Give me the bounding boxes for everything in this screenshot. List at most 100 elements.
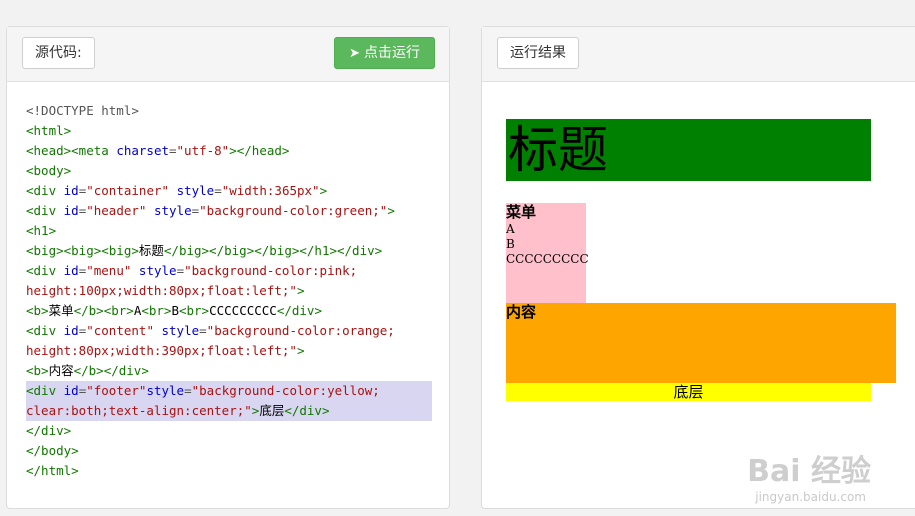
source-code-panel: 源代码: ➤ 点击运行 <!DOCTYPE html> <html> <head><m…: [6, 26, 450, 509]
code-token: clear:both;text-align:center;": [26, 403, 252, 418]
code-token: =: [199, 323, 207, 338]
code-token: CCCCCCCCC: [209, 303, 277, 318]
code-token: "background-color:green;": [199, 203, 388, 218]
code-token: <div: [26, 323, 64, 338]
code-token: <div: [26, 383, 64, 398]
code-token: "background-color:yellow;: [191, 383, 380, 398]
source-panel-header: 源代码: ➤ 点击运行: [7, 27, 449, 82]
code-token: <html>: [26, 123, 72, 138]
run-result-button[interactable]: 运行结果: [497, 37, 579, 69]
result-panel: 运行结果 标题 菜单 A B CCCCCCCCC 内容 底层 Bai 经验 ji…: [481, 26, 915, 509]
code-line: <!DOCTYPE html>: [26, 101, 432, 121]
code-token: </html>: [26, 463, 79, 478]
code-token: <div: [26, 203, 64, 218]
code-line: <div id="container" style="width:365px">: [26, 181, 432, 201]
code-token: <br>: [178, 303, 210, 318]
code-token: id: [63, 183, 79, 198]
code-token: charset: [116, 143, 169, 158]
code-token: <br>: [141, 303, 172, 318]
code-token: "container": [86, 183, 170, 198]
rendered-content-title: 内容: [506, 303, 537, 321]
code-editor[interactable]: <!DOCTYPE html> <html> <head><meta charset…: [26, 101, 432, 481]
rendered-menu-item: A: [506, 222, 515, 236]
rendered-title: 标题: [508, 121, 608, 179]
code-token: <div: [26, 263, 64, 278]
code-token: "utf-8": [176, 143, 230, 158]
code-token: </div>: [26, 423, 72, 438]
code-line: <head><meta charset="utf-8"></head>: [26, 141, 432, 161]
source-code-button[interactable]: 源代码:: [22, 37, 95, 69]
code-token: "background-color:pink;: [184, 263, 358, 278]
code-token: "header": [86, 203, 147, 218]
code-token: style: [138, 263, 177, 278]
code-token: </b><br>: [73, 303, 134, 318]
code-line: </div>: [26, 421, 432, 441]
send-icon: ➤: [349, 46, 360, 61]
code-token: id: [63, 263, 79, 278]
code-token: >: [387, 203, 395, 218]
code-token: >: [296, 343, 305, 358]
run-button[interactable]: ➤ 点击运行: [334, 37, 435, 69]
code-token: =: [184, 383, 192, 398]
code-token: =: [176, 263, 185, 278]
code-token: "width:365px": [221, 183, 320, 198]
code-token: style: [176, 183, 215, 198]
code-token: >: [319, 183, 328, 198]
code-token: style: [161, 323, 200, 338]
code-line: <div id="content" style="background-colo…: [26, 321, 432, 341]
code-token: </div>: [284, 403, 330, 418]
rendered-menu-item: B: [506, 237, 515, 251]
code-token: ></head>: [229, 143, 290, 158]
code-token: =: [169, 143, 177, 158]
code-token: =: [214, 183, 222, 198]
code-line: <b>内容</b></div>: [26, 361, 432, 381]
code-token: <h1>: [26, 223, 57, 238]
rendered-menu-item: CCCCCCCCC: [506, 252, 589, 266]
code-token: height:80px;width:390px;float:left;": [26, 343, 297, 358]
code-line: <h1>: [26, 221, 432, 241]
code-token: <big><big><big>: [26, 243, 139, 258]
rendered-menu-title: 菜单: [506, 203, 537, 221]
code-line: height:100px;width:80px;float:left;">: [26, 281, 432, 301]
code-token: </big></big></big></h1></div>: [163, 243, 383, 258]
baidu-watermark-logo: Bai 经验: [747, 454, 871, 489]
code-token: "menu": [86, 263, 132, 278]
code-line: height:80px;width:390px;float:left;">: [26, 341, 432, 361]
code-token: >: [296, 283, 305, 298]
code-line: <html>: [26, 121, 432, 141]
code-token: style: [146, 383, 185, 398]
run-button-label: 点击运行: [364, 45, 420, 61]
baidu-watermark-url: jingyan.baidu.com: [755, 490, 866, 504]
code-line: <div id="footer"style="background-color:…: [26, 381, 432, 401]
rendered-header: 标题: [506, 119, 871, 181]
rendered-footer: 底层: [506, 383, 871, 401]
code-token: B: [171, 303, 179, 318]
code-token: <b>: [26, 363, 49, 378]
code-token: </div>: [276, 303, 322, 318]
code-token: </b></div>: [73, 363, 149, 378]
code-line: </body>: [26, 441, 432, 461]
code-line: </html>: [26, 461, 432, 481]
code-token: id: [63, 203, 79, 218]
code-token: "footer": [86, 383, 147, 398]
result-panel-header: 运行结果: [482, 27, 915, 82]
code-token: <head><meta: [26, 143, 117, 158]
code-token: 菜单: [48, 303, 74, 318]
code-line: <big><big><big>标题</big></big></big></h1>…: [26, 241, 432, 261]
code-token: id: [63, 323, 79, 338]
code-token: <!DOCTYPE html>: [26, 103, 139, 118]
result-render: 标题 菜单 A B CCCCCCCCC 内容 底层: [506, 119, 896, 401]
code-line: <body>: [26, 161, 432, 181]
code-token: height:100px;width:80px;float:left;": [26, 283, 297, 298]
code-token: 底层: [259, 403, 285, 418]
code-token: 标题: [138, 243, 164, 258]
code-line: clear:both;text-align:center;">底层</div>: [26, 401, 432, 421]
rendered-content: 内容: [506, 303, 896, 383]
code-token: </body>: [26, 443, 79, 458]
code-token: <b>: [26, 303, 49, 318]
code-token: "background-color:orange;: [206, 323, 395, 338]
